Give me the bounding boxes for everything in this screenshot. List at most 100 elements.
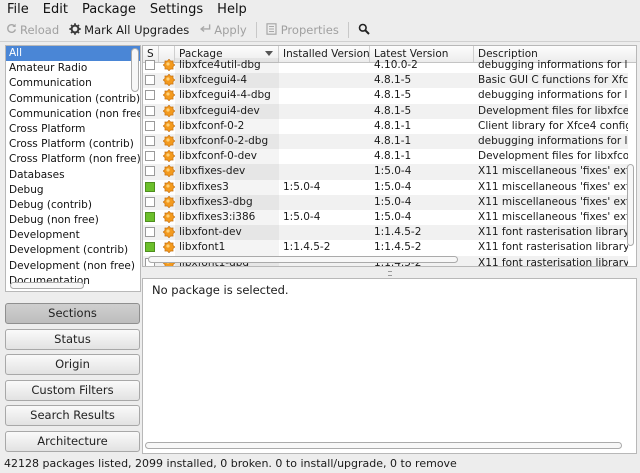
not-installed-status-checkbox[interactable] (145, 196, 155, 207)
installed-version (279, 149, 370, 164)
sections-filter-button[interactable]: Sections (5, 303, 140, 324)
support-status-icon (163, 150, 175, 163)
latest-version: 4.8.1-1 (374, 150, 412, 163)
section-item[interactable]: Communication (contrib) (6, 92, 140, 107)
table-row[interactable]: libxfont1 1:1.4.5-2 1:1.4.5-2 X11 font rast… (143, 240, 628, 256)
origin-filter-button[interactable]: Origin (5, 354, 140, 375)
section-item[interactable]: Debug (contrib) (6, 198, 140, 213)
installed-status-checkbox[interactable] (145, 181, 155, 192)
search-button[interactable] (353, 20, 375, 40)
package-description: Basic GUI C functions for Xfce4 (478, 74, 628, 87)
not-installed-status-checkbox[interactable] (145, 151, 155, 162)
installed-status-checkbox[interactable] (145, 212, 155, 222)
section-item[interactable]: Development (non free) (6, 259, 140, 274)
table-horizontal-scrollbar[interactable] (148, 256, 458, 263)
support-status-icon (163, 165, 175, 178)
package-description: X11 miscellaneous 'fixes' extension libr… (478, 211, 628, 223)
section-item[interactable]: Cross Platform (contrib) (6, 137, 140, 152)
mark-all-upgrades-label: Mark All Upgrades (84, 23, 190, 37)
section-list-horizontal-scrollbar[interactable] (10, 282, 84, 289)
table-row[interactable]: libxfont-dev 1:1.4.5-2 X11 font rasterisat… (143, 225, 628, 241)
menu-settings[interactable]: Settings (143, 2, 210, 17)
table-row[interactable]: libxfconf-0-2 4.8.1-1 Client library for X… (143, 118, 628, 134)
package-name: libxfconf-0-dev (175, 149, 279, 165)
not-installed-status-checkbox[interactable] (145, 90, 155, 101)
installed-version: 1:5.0-4 (283, 211, 321, 223)
reload-button[interactable]: Reload (0, 20, 64, 40)
installed-version (279, 104, 370, 119)
installed-version (279, 195, 370, 210)
package-description: X11 miscellaneous 'fixes' extension libr… (478, 165, 628, 178)
status-filter-button[interactable]: Status (5, 329, 140, 350)
table-row[interactable]: libxfixes3:i386 1:5.0-4 1:5.0-4 X11 miscell… (143, 210, 628, 226)
table-row[interactable]: libxfcegui4-4-dbg 4.8.1-5 debugging inform… (143, 88, 628, 104)
package-name: libxfixes3:i386 (175, 210, 279, 226)
installed-version (279, 119, 370, 134)
package-description: Development files for libxfcegui4 (478, 104, 628, 117)
latest-version: 1:5.0-4 (374, 165, 412, 178)
section-item[interactable]: Development (contrib) (6, 243, 140, 258)
section-item[interactable]: Cross Platform (non free) (6, 152, 140, 167)
menu-file[interactable]: File (0, 2, 36, 17)
not-installed-status-checkbox[interactable] (145, 166, 155, 177)
reload-label: Reload (20, 23, 60, 37)
search-results-button[interactable]: Search Results (5, 405, 140, 426)
support-status-icon (163, 180, 175, 193)
latest-version: 4.8.1-5 (374, 74, 412, 87)
section-item[interactable]: Debug (6, 183, 140, 198)
latest-version: 4.8.1-1 (374, 135, 412, 147)
latest-version: 4.10.0-2 (374, 59, 418, 71)
table-row[interactable]: libxfce4util-dbg 4.10.0-2 debugging inform… (143, 58, 628, 74)
not-installed-status-checkbox[interactable] (145, 75, 155, 86)
mark-all-upgrades-button[interactable]: Mark All Upgrades (64, 20, 194, 40)
package-table[interactable]: S Package Installed Version Latest Versi… (142, 45, 637, 267)
package-description: X11 font rasterisation library (478, 241, 628, 254)
synaptic-window: File Edit Package Settings Help Reload M… (0, 0, 640, 473)
properties-button[interactable]: Properties (261, 20, 344, 40)
latest-version: 4.8.1-5 (374, 89, 412, 102)
custom-filters-button[interactable]: Custom Filters (5, 380, 140, 401)
menu-help[interactable]: Help (210, 2, 254, 17)
section-item[interactable]: Cross Platform (6, 122, 140, 137)
section-item[interactable]: Databases (6, 168, 140, 183)
toolbar-separator (347, 22, 349, 38)
table-row[interactable]: libxfixes3 1:5.0-4 1:5.0-4 X11 miscellaneou… (143, 179, 628, 195)
details-horizontal-scrollbar[interactable] (145, 442, 622, 449)
support-status-icon (163, 135, 175, 147)
menu-package[interactable]: Package (75, 2, 143, 17)
section-list-vertical-scrollbar[interactable] (131, 48, 139, 92)
table-row[interactable]: libxfconf-0-2-dbg 4.8.1-1 debugging inform… (143, 134, 628, 150)
table-row[interactable]: libxfixes-dev 1:5.0-4 X11 miscellaneous 'f… (143, 164, 628, 180)
not-installed-status-checkbox[interactable] (145, 120, 155, 131)
installed-status-checkbox[interactable] (145, 242, 155, 253)
not-installed-status-checkbox[interactable] (145, 227, 155, 238)
support-status-icon (163, 104, 175, 117)
section-item[interactable]: Communication (non free) (6, 107, 140, 122)
table-row[interactable]: libxfixes3-dbg 1:5.0-4 X11 miscellaneous '… (143, 194, 628, 210)
section-item[interactable]: Debug (non free) (6, 213, 140, 228)
table-row[interactable]: libxfcegui4-dev 4.8.1-5 Development files … (143, 103, 628, 119)
section-item[interactable]: Development (6, 228, 140, 243)
section-item[interactable]: Amateur Radio (6, 61, 140, 76)
status-bar: 42128 packages listed, 2099 installed, 0… (4, 457, 457, 470)
not-installed-status-checkbox[interactable] (145, 60, 155, 70)
table-row[interactable]: libxfcegui4-4 4.8.1-5 Basic GUI C function… (143, 73, 628, 89)
table-row[interactable]: libxfconf-0-dev 4.8.1-1 Development files … (143, 149, 628, 165)
installed-version (279, 88, 370, 103)
installed-version (279, 134, 370, 149)
not-installed-status-checkbox[interactable] (145, 136, 155, 146)
menu-edit[interactable]: Edit (36, 2, 75, 17)
sort-descending-icon (265, 51, 273, 56)
architecture-button[interactable]: Architecture (5, 431, 140, 452)
package-name: libxfixes3-dbg (175, 194, 279, 210)
not-installed-status-checkbox[interactable] (145, 105, 155, 116)
pane-splitter[interactable] (142, 268, 637, 277)
section-item[interactable]: All (6, 46, 140, 62)
section-item[interactable]: Communication (6, 76, 140, 91)
package-name: libxfcegui4-4-dbg (175, 88, 279, 104)
apply-button[interactable]: Apply (194, 20, 251, 40)
toolbar-separator (255, 22, 257, 38)
splitter-grip[interactable] (388, 271, 392, 276)
section-list[interactable]: All Amateur Radio Communication Communicati… (5, 45, 141, 292)
table-vertical-scrollbar[interactable] (627, 164, 634, 246)
